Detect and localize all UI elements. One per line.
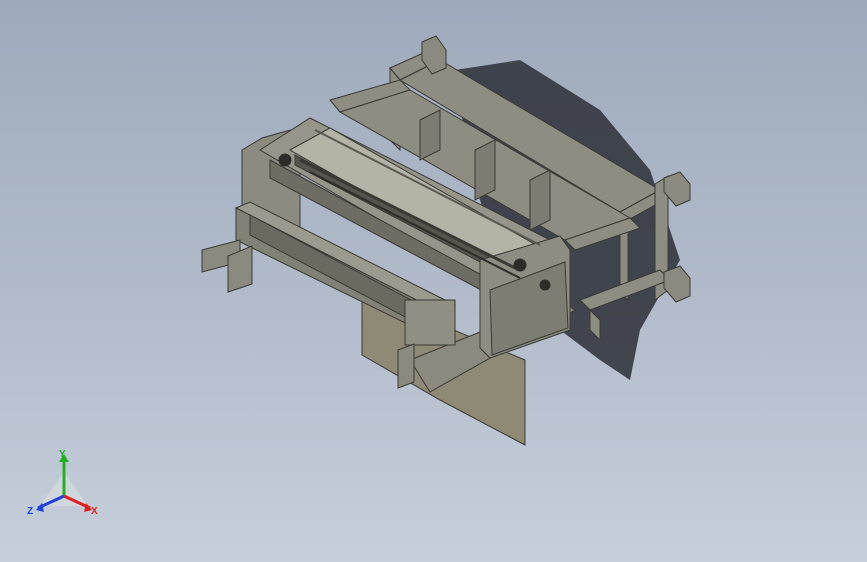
coordinate-triad: Y X Z bbox=[26, 448, 106, 524]
z-axis-label: Z bbox=[27, 506, 33, 517]
y-axis-label: Y bbox=[59, 449, 66, 460]
graphics-viewport[interactable]: Y X Z bbox=[0, 0, 867, 562]
x-axis-label: X bbox=[91, 506, 98, 517]
machine-assembly-model[interactable] bbox=[0, 0, 867, 562]
